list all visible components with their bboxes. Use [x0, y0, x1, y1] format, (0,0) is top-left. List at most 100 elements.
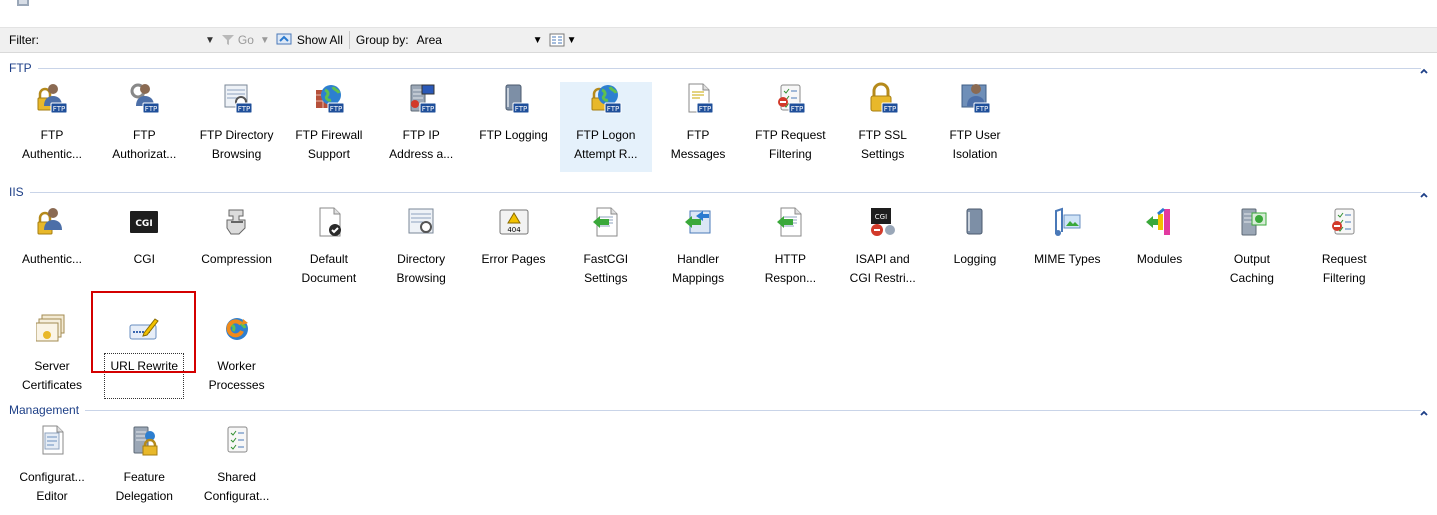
filter-input[interactable] [51, 31, 201, 49]
feature-label: Feature Delegation [98, 468, 190, 506]
feature-label-line: FTP User [949, 128, 1001, 142]
feature-label: MIME Types [1021, 250, 1113, 269]
feature-label: Modules [1114, 250, 1206, 269]
feature-label: Compression [191, 250, 283, 269]
feature-compression[interactable]: Compression [191, 206, 283, 296]
feature-ftp-messages[interactable]: FTP FTP Messages [652, 82, 744, 172]
feature-label-line: FastCGI [583, 252, 629, 266]
feature-label: FTP Request Filtering [744, 126, 836, 164]
ftp-logging-icon: FTP [505, 84, 529, 114]
feature-label-line: FTP Logging [479, 128, 548, 142]
icon-text: 404 [507, 226, 521, 234]
ftp-authentication-icon: FTP [37, 84, 68, 114]
svg-text:FTP: FTP [514, 105, 526, 113]
feature-label: FTP SSL Settings [837, 126, 929, 164]
svg-text:FTP: FTP [699, 105, 711, 113]
feature-label: FTP Logging [468, 126, 560, 145]
feature-feature-delegation[interactable]: Feature Delegation [98, 424, 190, 514]
feature-cgi[interactable]: CGI CGI [98, 206, 190, 296]
feature-label-line: Certificates [21, 378, 83, 392]
feature-server-certificates[interactable]: Server Certificates [6, 313, 98, 403]
feature-modules[interactable]: Modules [1114, 206, 1206, 296]
feature-label: URL Rewrite [98, 357, 190, 376]
feature-label-line: Settings [861, 147, 905, 161]
feature-label: Server Certificates [6, 357, 98, 395]
feature-default-document[interactable]: Default Document [283, 206, 375, 296]
feature-worker-processes[interactable]: Worker Processes [191, 313, 283, 403]
feature-ftp-user-isolation[interactable]: FTP FTP User Isolation [929, 82, 1021, 172]
mime-types-icon [1055, 207, 1081, 236]
feature-label-line: FTP Request [755, 128, 826, 142]
feature-label-line: Authentic... [21, 252, 83, 266]
feature-configuration-editor[interactable]: Configurat... Editor [6, 424, 98, 514]
ftp-firewall-icon: FTP [315, 85, 345, 114]
feature-directory-browsing[interactable]: Directory Browsing [375, 206, 467, 296]
feature-ftp-directory-browsing[interactable]: FTP FTP Directory Browsing [191, 82, 283, 172]
group-by-value: Area [416, 33, 442, 47]
feature-logging[interactable]: Logging [929, 206, 1021, 296]
ftp-messages-icon: FTP [688, 83, 714, 114]
feature-label-line: Compression [201, 252, 272, 266]
authentication-icon [37, 208, 62, 235]
collapse-caret-icon[interactable] [1419, 190, 1429, 200]
feature-ftp-request-filtering[interactable]: FTP FTP Request Filtering [744, 82, 836, 172]
ftp-request-filtering-icon: FTP [778, 84, 806, 114]
handler-mappings-icon [685, 210, 711, 234]
section-title: FTP [9, 61, 32, 75]
section-header[interactable]: Management [9, 402, 1421, 418]
feature-ftp-logon-attempt[interactable]: FTP FTP Logon Attempt R... [559, 82, 652, 172]
url-rewrite-icon [129, 318, 160, 340]
funnel-icon [221, 35, 234, 45]
feature-fastcgi-settings[interactable]: FastCGI Settings [560, 206, 652, 296]
cgi-icon: CGI [130, 211, 159, 233]
feature-label-line: Support [307, 147, 350, 161]
feature-request-filtering[interactable]: Request Filtering [1298, 206, 1390, 296]
window-top-strip [0, 0, 1437, 18]
go-dropdown-icon[interactable]: ▼ [260, 35, 270, 46]
feature-label: FTP Authorizat... [98, 126, 190, 164]
feature-label: FTP Directory Browsing [191, 126, 283, 164]
filter-dropdown-icon[interactable]: ▼ [205, 35, 215, 46]
go-button[interactable]: Go ▼ [221, 33, 270, 47]
section-divider [29, 191, 1421, 193]
section-header[interactable]: IIS [9, 184, 1421, 200]
section-header[interactable]: FTP [9, 60, 1421, 76]
feature-error-pages[interactable]: 404 Error Pages [468, 206, 560, 296]
feature-label-line: Editor [36, 489, 68, 503]
group-by-select[interactable]: Area ▼ [413, 33, 543, 47]
feature-ftp-authorization[interactable]: FTP FTP Authorizat... [98, 82, 190, 172]
feature-label: Handler Mappings [652, 250, 744, 288]
feature-label-line: URL Rewrite [110, 359, 179, 373]
feature-authentication[interactable]: Authentic... [6, 206, 98, 296]
feature-ftp-ssl-settings[interactable]: FTP FTP SSL Settings [837, 82, 929, 172]
show-all-button[interactable]: Show All [276, 33, 343, 47]
feature-ftp-ip-address[interactable]: FTP FTP IP Address a... [375, 82, 467, 172]
feature-url-rewrite[interactable]: URL Rewrite [98, 313, 190, 403]
feature-http-response[interactable]: HTTP Respon... [744, 206, 836, 296]
feature-shared-configuration[interactable]: Shared Configurat... [191, 424, 283, 514]
feature-ftp-firewall-support[interactable]: FTP FTP Firewall Support [283, 82, 375, 172]
ftp-logon-attempt-icon: FTP [591, 85, 622, 114]
feature-label-line: Authorizat... [112, 147, 177, 161]
feature-handler-mappings[interactable]: Handler Mappings [652, 206, 744, 296]
ftp-ip-address-icon: FTP [410, 84, 437, 114]
svg-text:FTP: FTP [607, 105, 619, 113]
feature-label: Worker Processes [191, 357, 283, 395]
worker-processes-icon [225, 318, 248, 340]
feature-ftp-authentication[interactable]: FTP FTP Authentic... [6, 82, 98, 172]
feature-label-line: FTP IP [402, 128, 440, 142]
feature-label-line: FTP Directory [199, 128, 274, 142]
svg-text:FTP: FTP [976, 105, 988, 113]
feature-toolbar: Filter: ▼ Go ▼ Show All Group by: Area ▼… [0, 27, 1437, 53]
feature-ftp-logging[interactable]: FTP FTP Logging [468, 82, 560, 172]
feature-label-line: MIME Types [1034, 252, 1101, 266]
feature-isapi-cgi[interactable]: CGI ISAPI and CGI Restri... [837, 206, 929, 296]
feature-output-caching[interactable]: Output Caching [1206, 206, 1298, 296]
view-mode-button[interactable]: ▼ [549, 33, 576, 47]
feature-mime-types[interactable]: MIME Types [1021, 206, 1113, 296]
modules-icon [1145, 207, 1170, 235]
error-pages-icon: 404 [499, 209, 528, 235]
collapse-caret-icon[interactable] [1419, 66, 1429, 76]
collapse-caret-icon[interactable] [1419, 408, 1429, 418]
feature-label-line: Authentic... [21, 147, 83, 161]
